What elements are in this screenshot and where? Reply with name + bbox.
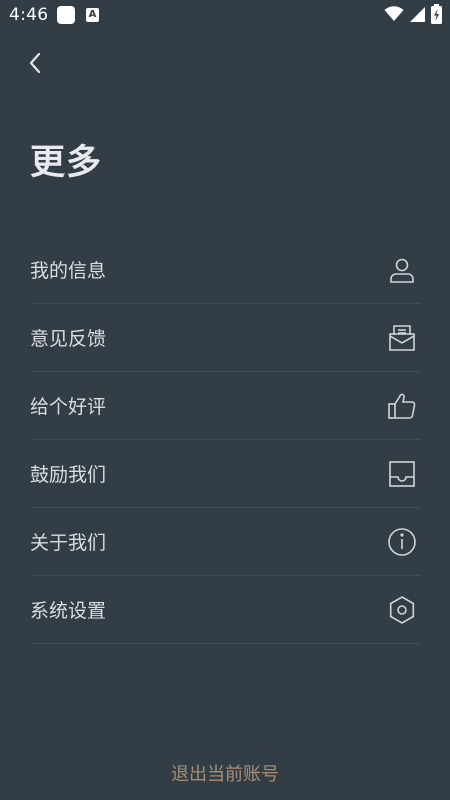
signal-icon <box>409 6 426 27</box>
info-icon <box>385 525 419 559</box>
settings-hexagon-icon <box>385 593 419 627</box>
menu-item-about[interactable]: 关于我们 <box>30 508 420 576</box>
chevron-left-icon <box>28 52 42 78</box>
menu-item-label: 系统设置 <box>30 600 107 622</box>
back-button[interactable] <box>18 48 52 82</box>
logout-button[interactable]: 退出当前账号 <box>0 760 450 786</box>
thumbs-up-icon <box>385 389 419 423</box>
menu-item-label: 意见反馈 <box>30 328 107 350</box>
notification-a-icon: A <box>86 8 99 22</box>
menu-item-feedback[interactable]: 意见反馈 <box>30 304 420 372</box>
wifi-icon <box>384 6 404 26</box>
status-bar: 4:46 A <box>0 0 450 32</box>
menu-item-label: 鼓励我们 <box>30 464 107 486</box>
feedback-mail-icon <box>385 321 419 355</box>
status-time: 4:46 <box>9 5 49 25</box>
menu-item-rate[interactable]: 给个好评 <box>30 372 420 440</box>
notification-square-icon <box>57 6 75 24</box>
menu-item-my-info[interactable]: 我的信息 <box>30 236 420 304</box>
menu-list: 我的信息 意见反馈 给个好评 鼓励我们 关于我们 系统设置 <box>30 236 420 644</box>
inbox-icon <box>385 457 419 491</box>
menu-item-label: 给个好评 <box>30 396 107 418</box>
menu-item-label: 关于我们 <box>30 532 107 554</box>
battery-charging-icon <box>431 4 442 28</box>
menu-item-settings[interactable]: 系统设置 <box>30 576 420 644</box>
status-icons <box>384 4 442 28</box>
page-title: 更多 <box>30 143 103 183</box>
menu-item-encourage[interactable]: 鼓励我们 <box>30 440 420 508</box>
menu-item-label: 我的信息 <box>30 260 107 282</box>
user-icon <box>385 253 419 287</box>
